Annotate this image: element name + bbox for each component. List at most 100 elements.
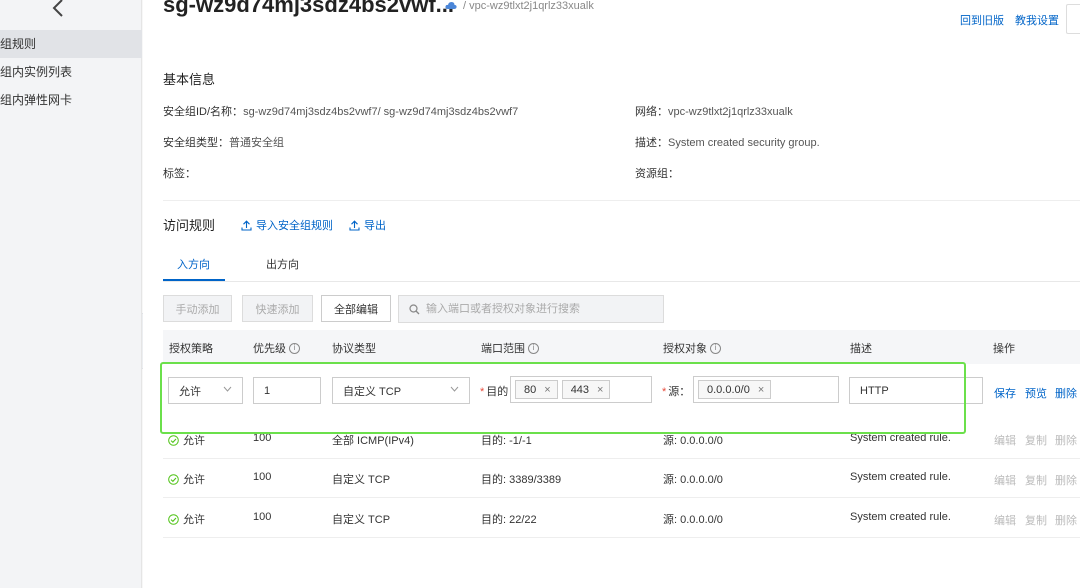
source-cell: 源: 0.0.0.0/0 [663, 514, 723, 526]
protocol-cell: 全部 ICMP(IPv4) [332, 435, 414, 447]
check-circle-icon [168, 473, 179, 485]
page-title: sg-wz9d74mj3sdz4bs2vwf... [163, 0, 454, 17]
info-icon[interactable]: i [710, 342, 721, 354]
table-header [163, 330, 1080, 364]
tab-outbound[interactable]: 出方向 [266, 256, 299, 272]
network-field: 网络：vpc-wz9tlxt2j1qrlz33xualk [635, 106, 793, 118]
info-icon[interactable]: i [289, 342, 300, 354]
sg-id-field: 安全组ID/名称：sg-wz9d74mj3sdz4bs2vwf7/ sg-wz9… [163, 106, 519, 118]
section-divider [163, 200, 1080, 201]
sg-type-field: 安全组类型：普通安全组 [163, 137, 284, 149]
delete-rule-button[interactable]: 删除 [1055, 432, 1077, 448]
column-priority: 优先级 i [253, 340, 300, 356]
info-icon[interactable]: i [528, 342, 539, 354]
protocol-cell: 自定义 TCP [332, 514, 391, 526]
sidebar-item-rules[interactable]: 组规则 [0, 30, 142, 58]
sg-type-value: 普通安全组 [229, 137, 284, 149]
description-cell: System created rule. [850, 432, 951, 444]
row-divider [163, 458, 1080, 459]
sidebar-item-eni[interactable]: 组内弹性网卡 [0, 86, 142, 114]
protocol-cell: 自定义 TCP [332, 474, 391, 486]
tutorial-link[interactable]: 教我设置 [1015, 12, 1059, 28]
port-tag: 80 × [515, 380, 558, 399]
column-protocol: 协议类型 [332, 343, 376, 355]
delete-rule-button[interactable]: 删除 [1055, 385, 1077, 401]
destination-label: * 目的 [480, 386, 509, 398]
column-policy: 授权策略 [169, 343, 213, 355]
source-label: * 源： [662, 386, 691, 398]
copy-rule-button[interactable]: 复制 [1025, 472, 1047, 488]
priority-input[interactable]: 1 [253, 377, 321, 404]
preview-rule-button[interactable]: 预览 [1025, 385, 1047, 401]
tabs-divider [163, 281, 1080, 282]
policy-cell: 允许 [168, 471, 205, 487]
protocol-select[interactable]: 自定义 TCP [332, 377, 470, 404]
remove-tag-icon[interactable]: × [758, 384, 764, 396]
policy-cell: 允许 [168, 432, 205, 448]
check-circle-icon [168, 434, 179, 446]
back-button[interactable] [46, 0, 70, 20]
copy-rule-button[interactable]: 复制 [1025, 432, 1047, 448]
edit-rule-button[interactable]: 编辑 [994, 472, 1016, 488]
remove-tag-icon[interactable]: × [597, 384, 603, 396]
delete-rule-button[interactable]: 删除 [1055, 512, 1077, 528]
row-divider [163, 537, 1080, 538]
vpc-breadcrumb[interactable]: / vpc-wz9tlxt2j1qrlz33xualk [463, 0, 594, 12]
column-port-range: 端口范围 i [481, 340, 539, 356]
port-cell: 目的: 22/22 [481, 514, 537, 526]
main-content: sg-wz9d74mj3sdz4bs2vwf... / vpc-wz9tlxt2… [143, 0, 1080, 588]
column-description: 描述 [850, 343, 872, 355]
priority-cell: 100 [253, 432, 272, 444]
sidebar: 组规则 组内实例列表 组内弹性网卡 [0, 0, 142, 588]
network-value: vpc-wz9tlxt2j1qrlz33xualk [668, 106, 793, 118]
search-box [398, 295, 664, 323]
description-value: System created security group. [668, 137, 820, 149]
access-rules-title: 访问规则 [163, 218, 216, 233]
tag-field: 标签： [163, 168, 196, 180]
tab-inbound[interactable]: 入方向 [177, 256, 210, 272]
port-tag: 443 × [561, 380, 611, 399]
chevron-down-icon [450, 386, 459, 392]
source-tag: 0.0.0.0/0 × [698, 380, 772, 399]
resource-group-field: 资源组： [635, 168, 679, 180]
description-input[interactable]: HTTP [849, 377, 983, 404]
policy-select[interactable]: 允许 [168, 377, 243, 404]
edit-rule-button[interactable]: 编辑 [994, 512, 1016, 528]
copy-rule-button[interactable]: 复制 [1025, 512, 1047, 528]
header-action-button[interactable] [1066, 4, 1080, 34]
export-link[interactable]: 导出 [349, 217, 386, 233]
upload-icon [241, 219, 252, 231]
source-cell: 源: 0.0.0.0/0 [663, 474, 723, 486]
policy-cell: 允许 [168, 511, 205, 527]
source-cell: 源: 0.0.0.0/0 [663, 435, 723, 447]
edit-all-button[interactable]: 全部编辑 [321, 295, 391, 322]
sg-id-value: sg-wz9d74mj3sdz4bs2vwf7/ sg-wz9d74mj3sdz… [243, 106, 519, 118]
search-icon [409, 303, 420, 314]
cloud-icon [445, 2, 457, 9]
port-tags-input[interactable]: 80 × 443 × [510, 376, 652, 403]
priority-cell: 100 [253, 511, 272, 523]
source-tags-input[interactable]: 0.0.0.0/0 × [693, 376, 839, 403]
manual-add-button[interactable]: 手动添加 [163, 295, 232, 322]
basic-info-title: 基本信息 [163, 72, 216, 87]
column-auth-object: 授权对象 i [663, 340, 721, 356]
check-circle-icon [168, 513, 179, 525]
remove-tag-icon[interactable]: × [544, 384, 550, 396]
back-to-old-version-link[interactable]: 回到旧版 [960, 12, 1004, 28]
quick-add-button[interactable]: 快速添加 [242, 295, 313, 322]
port-cell: 目的: -1/-1 [481, 435, 532, 447]
chevron-left-icon [52, 0, 63, 17]
description-cell: System created rule. [850, 511, 951, 523]
priority-cell: 100 [253, 471, 272, 483]
import-rules-link[interactable]: 导入安全组规则 [241, 217, 333, 233]
delete-rule-button[interactable]: 删除 [1055, 472, 1077, 488]
search-input[interactable] [426, 303, 656, 315]
edit-rule-button[interactable]: 编辑 [994, 432, 1016, 448]
column-actions: 操作 [993, 343, 1015, 355]
sidebar-item-instances[interactable]: 组内实例列表 [0, 58, 142, 86]
port-cell: 目的: 3389/3389 [481, 474, 562, 486]
save-rule-button[interactable]: 保存 [994, 385, 1016, 401]
description-cell: System created rule. [850, 471, 951, 483]
row-divider [163, 497, 1080, 498]
description-field: 描述：System created security group. [635, 137, 820, 149]
